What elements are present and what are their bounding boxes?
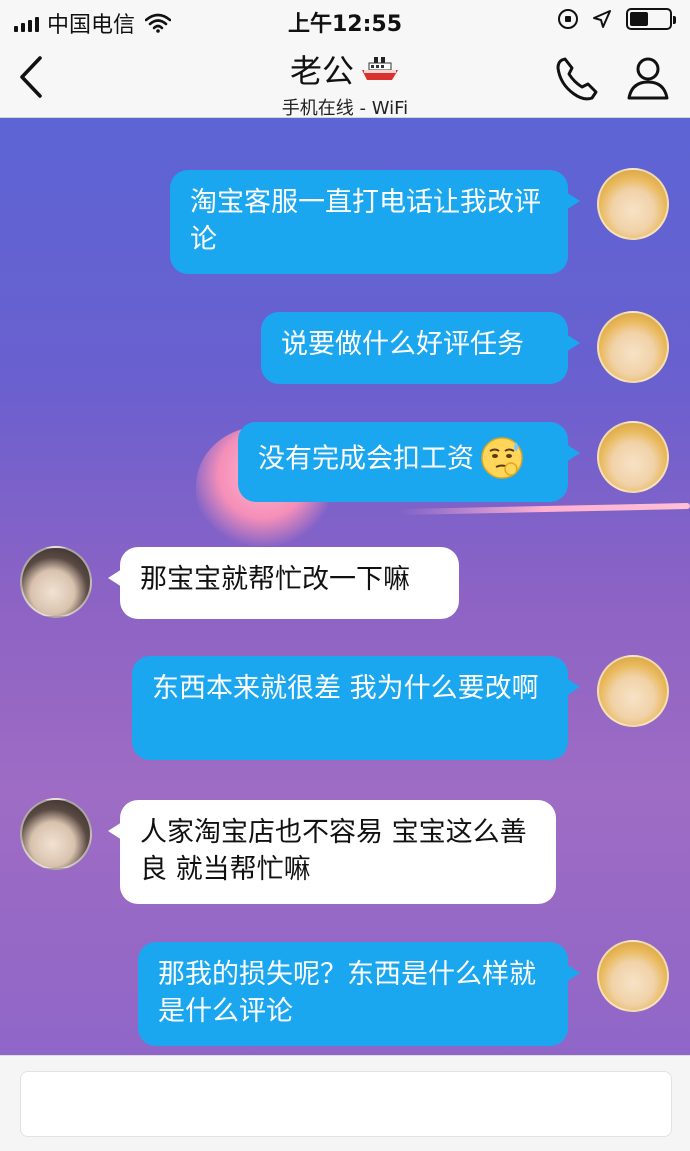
message-bubble-sent[interactable]: 说要做什么好评任务 (261, 312, 580, 384)
message-bubble-received[interactable]: 那宝宝就帮忙改一下嘛 (108, 547, 459, 619)
message-bubble-received[interactable]: 人家淘宝店也不容易 宝宝这么善良 就当帮忙嘛 (108, 800, 556, 904)
message-text: 人家淘宝店也不容易 宝宝这么善良 就当帮忙嘛 (140, 817, 527, 885)
avatar[interactable] (597, 655, 669, 727)
chat-area[interactable]: 淘宝客服一直打电话让我改评论 说要做什么好评任务 没有完成会扣工资 那宝宝就帮忙… (0, 118, 690, 1055)
message-text: 那宝宝就帮忙改一下嘛 (140, 564, 410, 595)
battery-icon (626, 8, 676, 30)
message-text: 淘宝客服一直打电话让我改评论 (190, 187, 541, 255)
message-input[interactable] (20, 1071, 672, 1137)
battery-level (630, 12, 649, 26)
contact-name: 老公 (289, 52, 354, 90)
message-bubble-sent[interactable]: 那我的损失呢？东西是什么样就是什么评论 (138, 942, 580, 1046)
message-bubble-sent[interactable]: 淘宝客服一直打电话让我改评论 (170, 170, 580, 274)
message-bubble-sent[interactable]: 东西本来就很差 我为什么要改啊 (132, 656, 580, 760)
phone-icon[interactable] (552, 54, 602, 104)
person-icon[interactable] (624, 54, 672, 104)
message-text: 东西本来就很差 我为什么要改啊 (152, 673, 539, 704)
input-bar (0, 1055, 690, 1151)
orientation-lock-icon (558, 9, 578, 29)
avatar[interactable] (20, 798, 92, 870)
status-bar: 中国电信 上午12:55 (0, 0, 690, 40)
location-icon (593, 10, 611, 28)
message-text: 那我的损失呢？东西是什么样就是什么评论 (158, 959, 536, 1027)
status-right (558, 8, 676, 30)
message-bubble-sent[interactable]: 没有完成会扣工资 (238, 422, 580, 502)
avatar[interactable] (597, 311, 669, 383)
avatar[interactable] (20, 546, 92, 618)
message-text: 没有完成会扣工资 (258, 443, 474, 475)
avatar[interactable] (597, 168, 669, 240)
message-text: 说要做什么好评任务 (281, 329, 524, 360)
background-streak (399, 502, 690, 516)
chat-header: 老公 手机在线 - WiFi (0, 40, 690, 119)
sweating-face-emoji (481, 437, 523, 479)
avatar[interactable] (597, 940, 669, 1012)
avatar[interactable] (597, 421, 669, 493)
ship-icon (362, 57, 398, 80)
